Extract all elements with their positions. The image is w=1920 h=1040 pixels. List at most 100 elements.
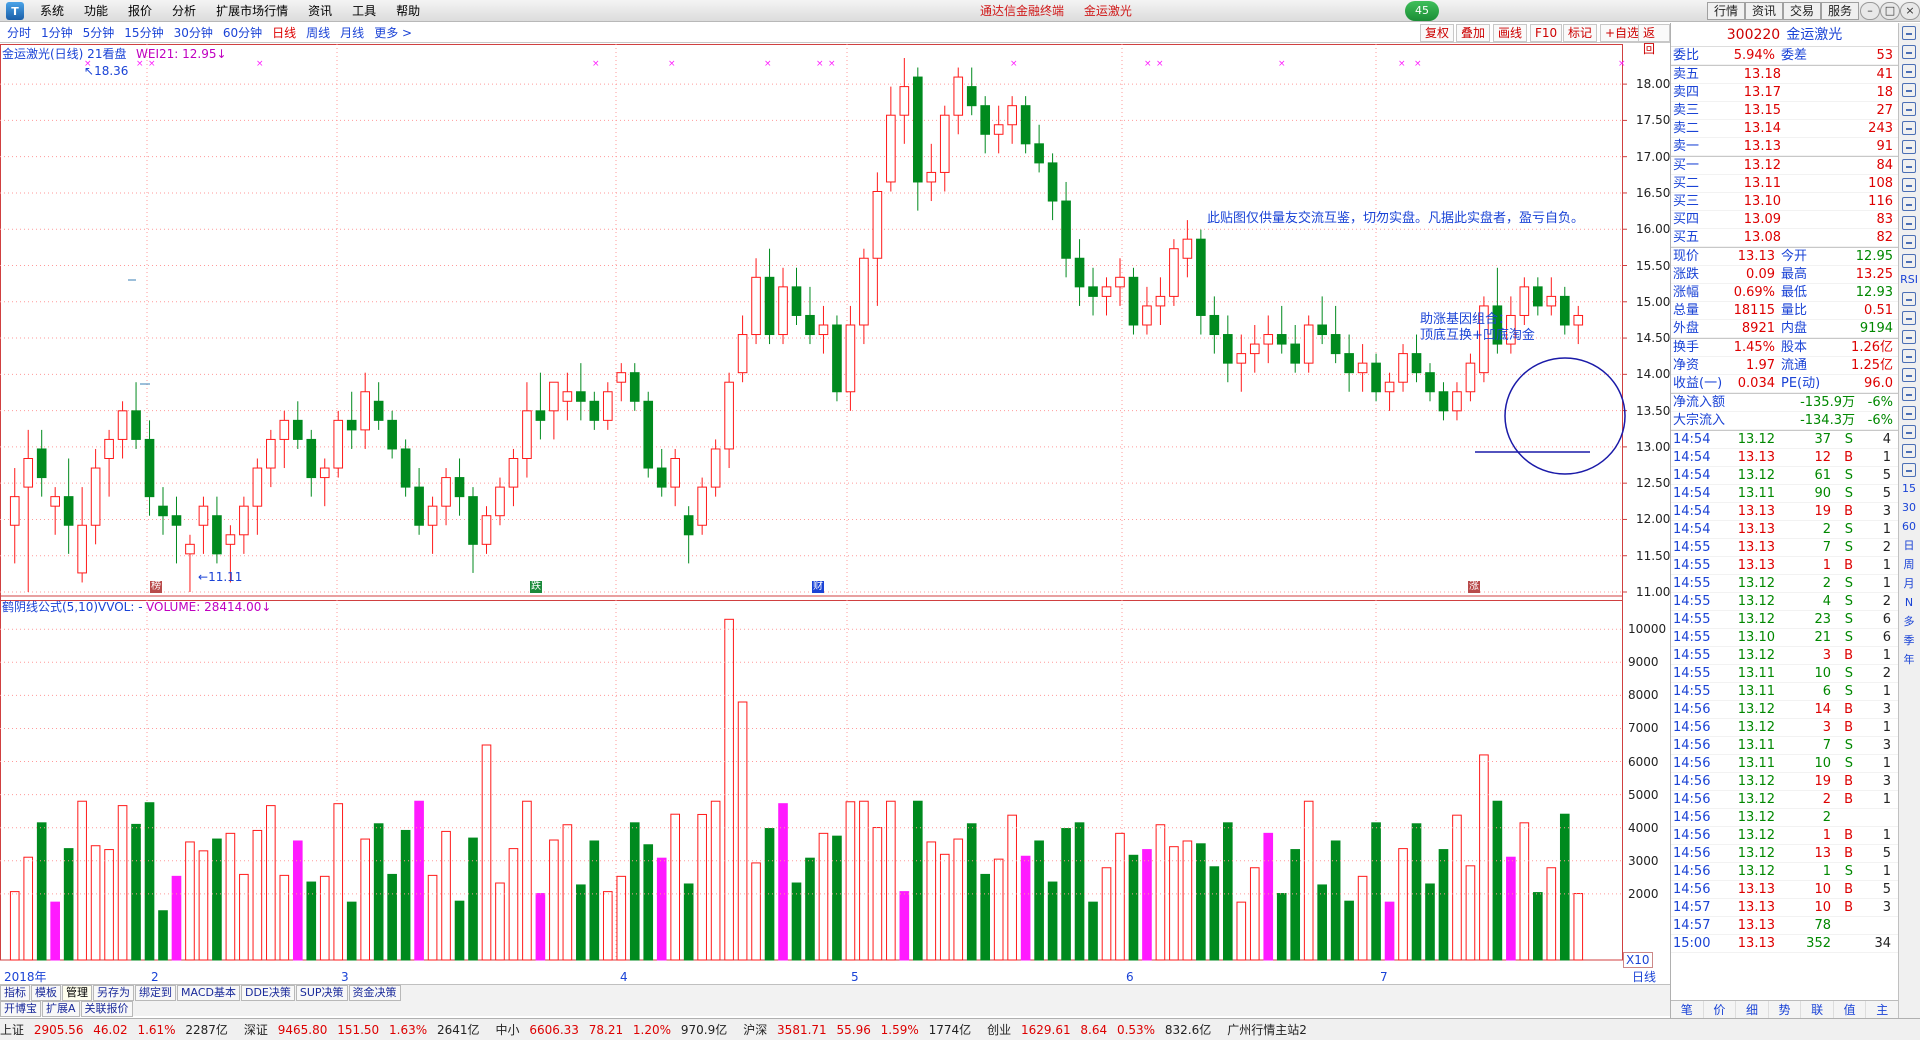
quote-tab[interactable]: 细 (1736, 1001, 1769, 1018)
index-quote[interactable]: 创业 1629.61 8.64 0.53% 832.6亿 (987, 1019, 1217, 1040)
sidebar-tool-icon[interactable] (1899, 24, 1919, 42)
volume-bar (1330, 840, 1341, 961)
sidebar-period-button[interactable]: N (1899, 594, 1919, 612)
tool-f10[interactable]: F10 (1530, 24, 1563, 42)
sidebar-tool-icon[interactable] (1899, 43, 1919, 61)
quote-tab[interactable]: 笔 (1671, 1001, 1704, 1018)
minimize-icon[interactable]: – (1860, 2, 1880, 20)
sidebar-period-button[interactable]: 周 (1899, 556, 1919, 574)
tab-fund[interactable]: 资金决策 (348, 985, 401, 1001)
server-status[interactable]: 广州行情主站2 (1227, 1019, 1307, 1040)
tool-adjust[interactable]: 复权 (1420, 24, 1455, 42)
quote-tab[interactable]: 主 (1866, 1001, 1900, 1018)
tab-template[interactable]: 模板 (31, 985, 61, 1001)
period-more[interactable]: 更多 > (369, 23, 417, 43)
quote-panel: 300220 金运激光 委比 5.94% 委差 53 卖五 13.18 41 卖四 13.… (1670, 23, 1900, 1018)
sidebar-tool-icon[interactable] (1899, 214, 1919, 232)
tick-time: 14:56 (1673, 882, 1711, 897)
message-badge[interactable]: 45 (1405, 1, 1439, 21)
sidebar-tool-icon[interactable] (1899, 233, 1919, 251)
quote-tab[interactable]: 值 (1834, 1001, 1867, 1018)
tab-related-quote[interactable]: 关联报价 (80, 1001, 133, 1017)
index-quote[interactable]: 上证 2905.56 46.02 1.61% 2287亿 (0, 1019, 234, 1040)
sidebar-tool-icon[interactable] (1899, 138, 1919, 156)
index-quote[interactable]: 深证 9465.80 151.50 1.63% 2641亿 (244, 1019, 486, 1040)
menu-tools[interactable]: 工具 (342, 0, 386, 22)
btn-market[interactable]: 行情 (1707, 2, 1746, 20)
period-5min[interactable]: 5分钟 (78, 23, 120, 43)
chart-tool-icon (1902, 406, 1916, 420)
tick-time: 14:54 (1673, 450, 1711, 465)
sidebar-tool-icon[interactable] (1899, 404, 1919, 422)
btn-trade[interactable]: 交易 (1783, 2, 1822, 20)
chart-area[interactable]: × × × × × × × × × × × × × × × × 金运激光(日线) 21看盘 WEI21: 12… (0, 44, 1670, 988)
sidebar-period-button[interactable]: 60 (1899, 518, 1919, 536)
sidebar-tool-icon[interactable] (1899, 252, 1919, 270)
menu-news[interactable]: 资讯 (298, 0, 342, 22)
tool-back[interactable]: 返回 (1638, 24, 1670, 56)
index-quote[interactable]: 中小 6606.33 78.21 1.20% 970.9亿 (495, 1019, 733, 1040)
menu-system[interactable]: 系统 (30, 0, 74, 22)
tab-dde[interactable]: DDE决策 (240, 985, 295, 1001)
sidebar-period-button[interactable]: 日 (1899, 537, 1919, 555)
tab-kaibo[interactable]: 开博宝 (0, 1001, 41, 1017)
sidebar-tool-icon[interactable] (1899, 461, 1919, 479)
btn-info[interactable]: 资讯 (1745, 2, 1784, 20)
quote-tab[interactable]: 价 (1704, 1001, 1737, 1018)
tool-overlay[interactable]: 叠加 (1456, 24, 1491, 42)
sidebar-tool-icon[interactable] (1899, 309, 1919, 327)
tick-list[interactable]: 14:54 13.12 37 S 4 14:54 13.13 12 B 1 14:54 13.12 61… (1671, 430, 1898, 953)
tab-bind[interactable]: 绑定到 (135, 985, 176, 1001)
menu-analysis[interactable]: 分析 (162, 0, 206, 22)
sidebar-tool-icon[interactable] (1899, 157, 1919, 175)
sidebar-period-button[interactable]: 30 (1899, 499, 1919, 517)
quote-tab[interactable]: 势 (1769, 1001, 1802, 1018)
tab-manage[interactable]: 管理 (62, 985, 92, 1001)
sidebar-tool-icon[interactable] (1899, 176, 1919, 194)
quote-tab[interactable]: 联 (1801, 1001, 1834, 1018)
menu-quote[interactable]: 报价 (118, 0, 162, 22)
sidebar-tool-icon[interactable] (1899, 366, 1919, 384)
tab-macd[interactable]: MACD基本 (177, 985, 240, 1001)
period-daily[interactable]: 日线 (267, 23, 301, 43)
tool-mark[interactable]: 标记 (1563, 24, 1598, 42)
btn-service[interactable]: 服务 (1821, 2, 1860, 20)
tab-save-as[interactable]: 另存为 (93, 985, 134, 1001)
index-quote[interactable]: 沪深 3581.71 55.96 1.59% 1774亿 (743, 1019, 977, 1040)
kline-chart[interactable]: × × × × × × × × × × × × × × × × (0, 44, 1670, 988)
sidebar-tool-icon[interactable] (1899, 423, 1919, 441)
sidebar-tool-icon[interactable] (1899, 328, 1919, 346)
maximize-icon[interactable]: □ (1880, 2, 1900, 20)
tick-price: 13.13 (1737, 450, 1775, 465)
sidebar-tool-icon[interactable] (1899, 100, 1919, 118)
sidebar-period-button[interactable]: 年 (1899, 651, 1919, 669)
sidebar-tool-icon[interactable] (1899, 442, 1919, 460)
sidebar-period-button[interactable]: RSI (1899, 271, 1919, 289)
sidebar-period-button[interactable]: 15 (1899, 480, 1919, 498)
period-30min[interactable]: 30分钟 (169, 23, 218, 43)
tab-indicator[interactable]: 指标 (0, 985, 30, 1001)
tool-draw[interactable]: 画线 (1493, 24, 1528, 42)
sidebar-tool-icon[interactable] (1899, 62, 1919, 80)
sidebar-period-button[interactable]: 多 (1899, 613, 1919, 631)
sidebar-tool-icon[interactable] (1899, 290, 1919, 308)
menu-function[interactable]: 功能 (74, 0, 118, 22)
sidebar-tool-icon[interactable] (1899, 119, 1919, 137)
tab-extend-a[interactable]: 扩展A (42, 1001, 80, 1017)
period-monthly[interactable]: 月线 (335, 23, 369, 43)
sidebar-tool-icon[interactable] (1899, 347, 1919, 365)
period-1min[interactable]: 1分钟 (36, 23, 78, 43)
sidebar-tool-icon[interactable] (1899, 81, 1919, 99)
close-icon[interactable]: × (1900, 2, 1920, 20)
tab-sup[interactable]: SUP决策 (295, 985, 348, 1001)
period-intraday[interactable]: 分时 (2, 23, 36, 43)
period-weekly[interactable]: 周线 (301, 23, 335, 43)
menu-extended-market[interactable]: 扩展市场行情 (206, 0, 298, 22)
sidebar-tool-icon[interactable] (1899, 385, 1919, 403)
sidebar-period-button[interactable]: 月 (1899, 575, 1919, 593)
menu-help[interactable]: 帮助 (386, 0, 430, 22)
sidebar-tool-icon[interactable] (1899, 195, 1919, 213)
sidebar-period-button[interactable]: 季 (1899, 632, 1919, 650)
period-60min[interactable]: 60分钟 (218, 23, 267, 43)
period-15min[interactable]: 15分钟 (119, 23, 168, 43)
